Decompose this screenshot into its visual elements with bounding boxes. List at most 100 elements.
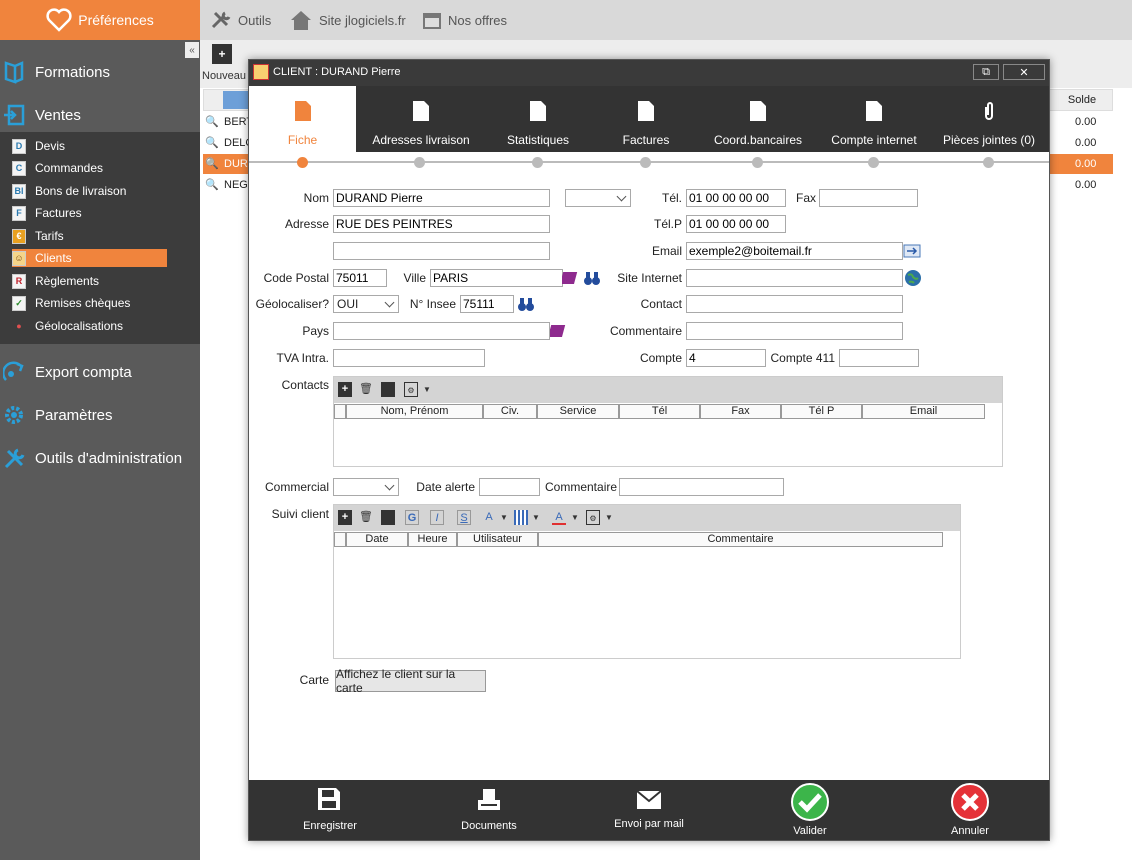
caret-down-icon[interactable]: ▼ xyxy=(420,382,434,397)
magnifier-icon[interactable]: 🔍 xyxy=(205,178,219,191)
chevron-down-icon xyxy=(384,480,395,491)
site-input[interactable] xyxy=(686,269,903,287)
tab-coord-bancaires[interactable]: Coord.bancaires xyxy=(702,86,814,152)
caret-down-icon[interactable]: ▼ xyxy=(497,510,511,525)
enregistrer-button[interactable]: Enregistrer xyxy=(289,780,371,840)
commentaire2-input[interactable] xyxy=(619,478,784,496)
sidebar-section-parametres[interactable]: Paramètres xyxy=(0,397,200,433)
sidebar-section-admin[interactable]: Outils d'administration xyxy=(0,440,200,476)
grid-header-cell[interactable]: Civ. xyxy=(483,404,537,419)
text-color-icon[interactable]: A xyxy=(552,510,566,525)
sidebar-item-reglements[interactable]: R Règlements xyxy=(12,272,167,290)
trash-icon[interactable]: 🗑 xyxy=(359,382,373,397)
grid-header-cell[interactable]: Heure xyxy=(408,532,457,547)
grid-header-cell[interactable]: Tél P xyxy=(781,404,862,419)
progress-dot xyxy=(752,157,763,168)
tab-statistiques[interactable]: Statistiques xyxy=(486,86,590,152)
restore-button[interactable]: ⧉ xyxy=(973,64,999,80)
sidebar-section-formations[interactable]: Formations xyxy=(0,54,200,90)
sidebar-item-bons-livraison[interactable]: Bl Bons de livraison xyxy=(12,182,167,200)
code-postal-input[interactable]: 75011 xyxy=(333,269,387,287)
commercial-select[interactable] xyxy=(333,478,399,496)
tab-fiche[interactable]: Fiche xyxy=(249,86,356,152)
insee-input[interactable]: 75111 xyxy=(460,295,514,313)
tel-input[interactable]: 01 00 00 00 00 xyxy=(686,189,786,207)
trash-icon[interactable]: 🗑 xyxy=(359,510,373,525)
sidebar-item-commandes[interactable]: C Commandes xyxy=(12,159,167,177)
compte-input[interactable]: 4 xyxy=(686,349,766,367)
sidebar-item-devis[interactable]: D Devis xyxy=(12,137,167,155)
grid-header-cell[interactable]: Commentaire xyxy=(538,532,943,547)
valider-button[interactable]: Valider xyxy=(769,780,851,840)
close-button[interactable]: ✕ xyxy=(1003,64,1045,80)
grid-header-cell[interactable]: Fax xyxy=(700,404,781,419)
toplink-offres[interactable]: Nos offres xyxy=(422,0,507,40)
tab-factures[interactable]: Factures xyxy=(590,86,702,152)
grid-header-cell[interactable]: Service xyxy=(537,404,619,419)
dialog-titlebar[interactable]: CLIENT : DURAND Pierre ⧉ ✕ xyxy=(249,60,1049,86)
sidebar-item-factures[interactable]: F Factures xyxy=(12,204,167,222)
settings-dropdown-icon[interactable]: ⚙ xyxy=(404,382,418,397)
sidebar-item-tarifs[interactable]: € Tarifs xyxy=(12,227,167,245)
magnifier-icon[interactable]: 🔍 xyxy=(205,136,219,149)
top-bar: Préférences Outils Site jlogiciels.fr No… xyxy=(0,0,1132,40)
sidebar-item-geolocalisations[interactable]: ● Géolocalisations xyxy=(12,317,167,335)
fax-input[interactable] xyxy=(819,189,918,207)
toplink-site[interactable]: Site jlogiciels.fr xyxy=(289,0,406,40)
sidebar-item-clients[interactable]: ☺ Clients xyxy=(12,249,167,267)
caret-down-icon[interactable]: ▼ xyxy=(602,510,616,525)
book-lookup-icon[interactable] xyxy=(550,322,568,340)
send-mail-icon[interactable] xyxy=(903,242,921,260)
email-input[interactable]: exemple2@boitemail.fr xyxy=(686,242,903,260)
tab-pieces-jointes[interactable]: Pièces jointes (0) xyxy=(934,86,1044,152)
globe-icon[interactable] xyxy=(904,269,922,287)
telp-input[interactable]: 01 00 00 00 00 xyxy=(686,215,786,233)
pays-input[interactable] xyxy=(333,322,550,340)
tab-adresses-livraison[interactable]: Adresses livraison xyxy=(356,86,486,152)
date-alerte-input[interactable] xyxy=(479,478,540,496)
new-icon[interactable]: + xyxy=(212,44,232,64)
grid-header-cell[interactable]: Tél xyxy=(619,404,700,419)
sidebar-section-export[interactable]: Export compta xyxy=(0,354,200,390)
grid-header-cell[interactable]: Date xyxy=(346,532,408,547)
show-map-button[interactable]: Affichez le client sur la carte xyxy=(335,667,486,695)
commentaire-input[interactable] xyxy=(686,322,903,340)
adresse-input[interactable]: RUE DES PEINTRES xyxy=(333,215,550,233)
underline-icon[interactable]: S xyxy=(457,510,471,525)
printer-icon[interactable] xyxy=(381,510,395,525)
magnifier-icon[interactable]: 🔍 xyxy=(205,115,219,128)
book-lookup-icon[interactable] xyxy=(562,269,580,287)
settings-dropdown-icon[interactable]: ⚙ xyxy=(586,510,600,525)
bold-icon[interactable]: G xyxy=(405,510,419,525)
add-icon[interactable]: + xyxy=(338,382,352,397)
grid-header-cell[interactable]: Utilisateur xyxy=(457,532,538,547)
toplink-outils[interactable]: Outils xyxy=(210,0,271,40)
adresse2-input[interactable] xyxy=(333,242,550,260)
font-size-icon[interactable]: A xyxy=(482,510,496,525)
sidebar-item-remises-cheques[interactable]: ✓ Remises chèques xyxy=(12,294,167,312)
preferences-button[interactable]: Préférences xyxy=(0,0,200,40)
italic-icon[interactable]: I xyxy=(430,510,444,525)
printer-icon[interactable] xyxy=(381,382,395,397)
collapse-sidebar-button[interactable]: « xyxy=(185,42,199,58)
ville-input[interactable]: PARIS xyxy=(430,269,563,287)
grid-header-cell[interactable]: Nom, Prénom xyxy=(346,404,483,419)
envoi-mail-button[interactable]: Envoi par mail xyxy=(604,780,694,840)
nom-input[interactable]: DURAND Pierre xyxy=(333,189,550,207)
caret-down-icon[interactable]: ▼ xyxy=(568,510,582,525)
contact-input[interactable] xyxy=(686,295,903,313)
add-icon[interactable]: + xyxy=(338,510,352,525)
grid-header-cell[interactable]: Email xyxy=(862,404,985,419)
caret-down-icon[interactable]: ▼ xyxy=(529,510,543,525)
annuler-button[interactable]: Annuler xyxy=(929,780,1011,840)
tab-compte-internet[interactable]: Compte internet xyxy=(814,86,934,152)
documents-button[interactable]: Documents xyxy=(449,780,529,840)
sidebar-section-ventes[interactable]: Ventes xyxy=(0,97,200,133)
magnifier-icon[interactable]: 🔍 xyxy=(205,157,219,170)
background-color-icon[interactable] xyxy=(514,510,528,525)
compte411-input[interactable] xyxy=(839,349,919,367)
item-label: Devis xyxy=(35,139,66,153)
tva-input[interactable] xyxy=(333,349,485,367)
binoculars-icon[interactable] xyxy=(517,295,535,313)
geolocaliser-select[interactable]: OUI xyxy=(333,295,399,313)
